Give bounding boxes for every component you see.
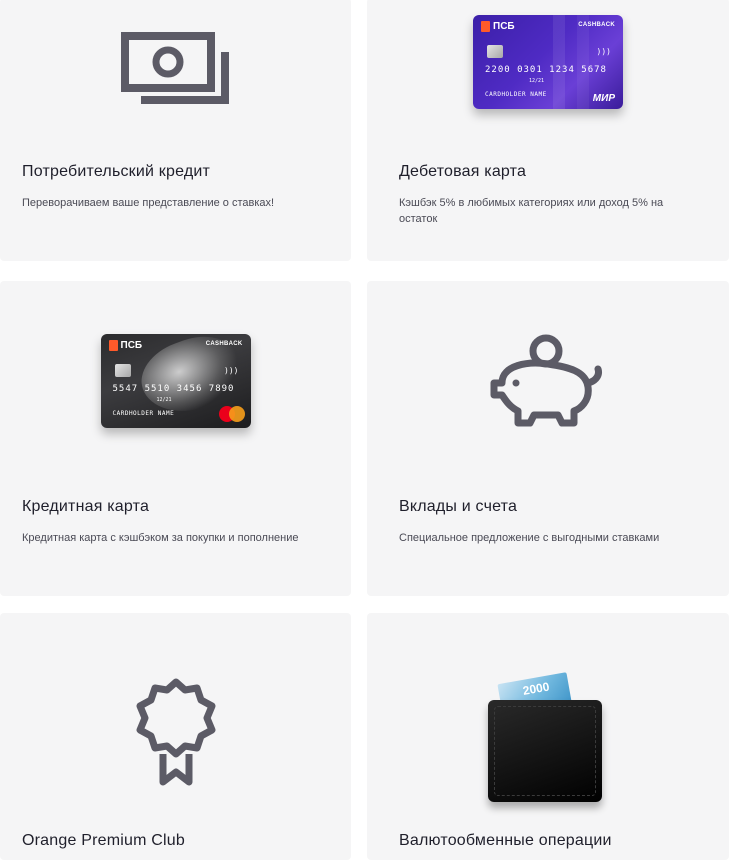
card-media: ПСБ CASHBACK ))) 2200 0301 1234 5678 12/… <box>367 0 729 138</box>
card-description: Специальное предложение с выгодными став… <box>399 532 660 544</box>
card-media <box>0 0 351 138</box>
chip-icon <box>487 45 503 58</box>
product-card-debit-card[interactable]: ПСБ CASHBACK ))) 2200 0301 1234 5678 12/… <box>367 0 729 261</box>
product-card-credit-card[interactable]: ПСБ CASHBACK ))) 5547 5510 3456 7890 12/… <box>0 281 351 596</box>
credit-card-image: ПСБ CASHBACK ))) 5547 5510 3456 7890 12/… <box>100 334 251 428</box>
card-expiry: 12/21 <box>156 397 172 403</box>
card-title: Orange Premium Club <box>22 832 185 849</box>
card-title: Дебетовая карта <box>399 163 527 180</box>
wallet-image: 2000 <box>488 672 608 808</box>
card-description: Кредитная карта с кэшбэком за покупки и … <box>22 532 299 544</box>
cashback-label: CASHBACK <box>578 22 615 28</box>
card-media <box>367 281 729 451</box>
card-holder: CARDHOLDER NAME <box>485 91 547 98</box>
wallet <box>488 700 602 802</box>
card-title: Вклады и счета <box>399 498 518 515</box>
psb-logo: ПСБ <box>108 340 142 351</box>
award-badge-icon <box>136 678 215 786</box>
cashback-label: CASHBACK <box>205 341 243 347</box>
contactless-icon: ))) <box>596 47 611 56</box>
product-card-consumer-credit[interactable]: Потребительский кредит Переворачиваем ва… <box>0 0 351 261</box>
card-media <box>0 613 351 803</box>
card-media: 2000 <box>367 613 729 803</box>
money-bills-icon <box>120 32 229 104</box>
mir-logo: МИР <box>592 93 615 104</box>
card-expiry: 12/21 <box>529 78 545 84</box>
card-title: Потребительский кредит <box>22 163 211 180</box>
card-title: Валютообменные операции <box>399 832 612 849</box>
product-card-premium-club[interactable]: Orange Premium Club <box>0 613 351 860</box>
chip-icon <box>114 364 131 377</box>
psb-logo: ПСБ <box>481 21 515 32</box>
piggy-bank-icon <box>490 334 602 427</box>
card-media: ПСБ CASHBACK ))) 5547 5510 3456 7890 12/… <box>0 281 351 451</box>
contactless-icon: ))) <box>224 366 239 375</box>
mastercard-logo <box>218 406 245 422</box>
card-number: 5547 5510 3456 7890 <box>112 384 235 394</box>
card-title: Кредитная карта <box>22 498 150 515</box>
debit-card-image: ПСБ CASHBACK ))) 2200 0301 1234 5678 12/… <box>473 15 623 109</box>
card-number: 2200 0301 1234 5678 <box>485 65 607 75</box>
card-holder: CARDHOLDER NAME <box>112 410 175 417</box>
card-description: Переворачиваем ваше представление о став… <box>22 197 275 209</box>
product-card-deposits[interactable]: Вклады и счета Специальное предложение с… <box>367 281 729 596</box>
card-description: Кэшбэк 5% в любимых категориях или доход… <box>399 197 664 225</box>
product-card-currency-exchange[interactable]: 2000 Валютообменные операции <box>367 613 729 860</box>
